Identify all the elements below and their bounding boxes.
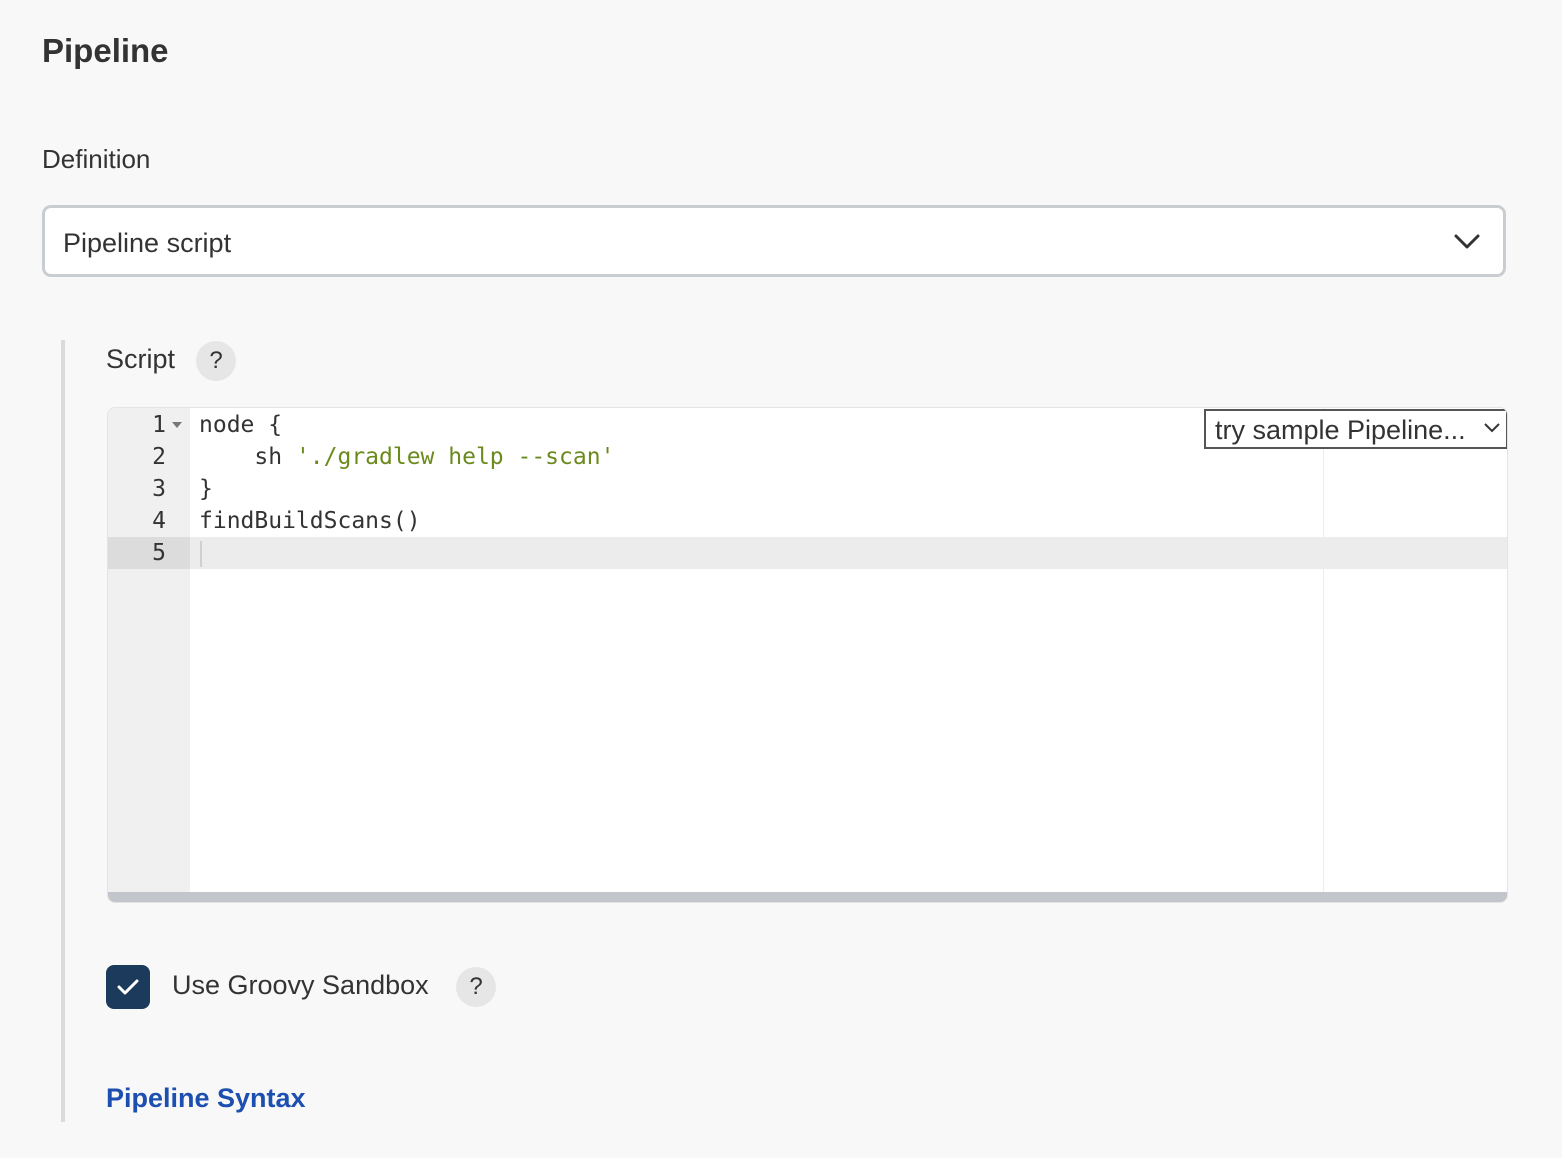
line-number: 1: [152, 412, 166, 438]
line-number: 2: [152, 444, 166, 470]
groovy-sandbox-label[interactable]: Use Groovy Sandbox: [172, 970, 429, 1001]
fold-arrow-icon[interactable]: [172, 422, 182, 428]
editor-line: 4 findBuildScans(): [108, 505, 1507, 537]
chevron-down-icon: [1454, 234, 1480, 249]
script-editor[interactable]: 1 node { 2 sh './gradlew help --scan' 3 …: [107, 407, 1508, 903]
editor-cursor: [200, 541, 202, 567]
editor-line: 5: [108, 537, 1507, 569]
sandbox-help-icon[interactable]: ?: [456, 967, 496, 1007]
pipeline-syntax-link[interactable]: Pipeline Syntax: [106, 1083, 306, 1114]
code-string: './gradlew help --scan': [295, 444, 615, 470]
line-number: 3: [152, 476, 166, 502]
definition-select[interactable]: Pipeline script: [42, 205, 1506, 277]
code-text: findBuildScans(): [199, 508, 421, 534]
sample-select-value: try sample Pipeline...: [1215, 415, 1466, 445]
code-text: }: [199, 476, 213, 502]
check-icon: [117, 979, 139, 995]
definition-label: Definition: [42, 144, 151, 174]
line-number: 5: [152, 540, 166, 566]
pipeline-config-page: Pipeline Definition Pipeline script Scri…: [0, 0, 1562, 1158]
nested-section-bar: [61, 340, 65, 1122]
groovy-sandbox-checkbox[interactable]: [106, 965, 150, 1009]
line-number: 4: [152, 508, 166, 534]
code-text: sh './gradlew help --scan': [199, 444, 615, 470]
editor-horizontal-scrollbar[interactable]: [108, 892, 1507, 902]
section-title: Pipeline: [42, 32, 169, 69]
editor-line: 3 }: [108, 473, 1507, 505]
script-help-icon[interactable]: ?: [196, 341, 236, 381]
chevron-down-icon: [1484, 423, 1500, 433]
sample-pipeline-select[interactable]: try sample Pipeline...: [1204, 409, 1507, 449]
definition-selected-value: Pipeline script: [63, 228, 232, 258]
script-label: Script: [106, 344, 176, 374]
code-text: node {: [199, 412, 283, 438]
